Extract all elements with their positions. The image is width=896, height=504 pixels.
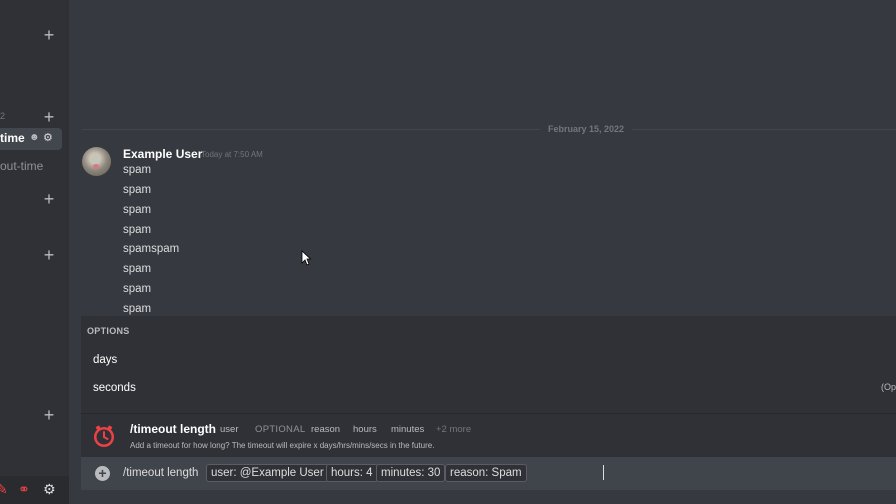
sidebar-fragment-mark: 2 (0, 111, 6, 121)
plus-icon[interactable]: + (42, 246, 56, 264)
gear-icon[interactable]: ⚙ (43, 131, 53, 144)
options-title: OPTIONS (87, 326, 130, 336)
input-arg-user[interactable]: user: @Example User (206, 464, 329, 482)
message-line: spam (123, 283, 152, 295)
options-popup: OPTIONS days seconds (Op (81, 316, 896, 413)
avatar[interactable] (82, 147, 111, 176)
command-name: /timeout length (130, 422, 216, 436)
message-line: spam (123, 303, 152, 315)
command-option-hours[interactable]: hours (353, 424, 377, 435)
command-description: Add a timeout for how long? The timeout … (130, 441, 435, 450)
message-timestamp: Today at 7:50 AM (201, 150, 263, 159)
message-line: spam (123, 263, 152, 275)
clock-icon (94, 425, 114, 447)
option-item-days[interactable]: days (93, 354, 117, 366)
input-arg-reason[interactable]: reason: Spam (445, 464, 527, 482)
command-more-options[interactable]: +2 more (436, 424, 471, 435)
plus-icon[interactable]: + (42, 406, 56, 424)
message-line: spam (123, 164, 152, 176)
user-controls: ✎ ⚭ ⚙ (0, 476, 69, 504)
input-arg-minutes[interactable]: minutes: 30 (376, 464, 446, 482)
sidebar-item-active-channel[interactable]: time ☻ ⚙ (0, 128, 62, 150)
option-hint: (Op (880, 382, 896, 392)
sidebar-item-sub-channel[interactable]: out-time (0, 159, 43, 173)
mic-icon[interactable]: ✎ (0, 481, 8, 498)
command-option-reason[interactable]: reason (311, 424, 340, 435)
date-divider-line (82, 129, 896, 130)
add-circle-icon[interactable]: + (95, 466, 110, 481)
input-arg-hours[interactable]: hours: 4 (326, 464, 378, 482)
plus-icon[interactable]: + (42, 26, 56, 44)
user-icon[interactable]: ☻ (29, 132, 40, 143)
message-line: spamspam (123, 243, 180, 255)
plus-icon[interactable]: + (42, 108, 56, 126)
message-author[interactable]: Example User (123, 147, 202, 161)
plus-icon[interactable]: + (42, 190, 56, 208)
message-line: spam (123, 204, 152, 216)
channel-sidebar: + 2 + time ☻ ⚙ out-time + + + ✎ ⚭ ⚙ (0, 0, 69, 504)
headphones-icon[interactable]: ⚭ (18, 481, 30, 498)
command-option-user[interactable]: user (220, 424, 238, 435)
text-caret (603, 465, 604, 480)
message-input[interactable]: + /timeout length user: @Example User ho… (81, 457, 896, 490)
cursor-icon (301, 250, 311, 266)
command-optional-label: OPTIONAL (255, 424, 306, 435)
option-item-seconds[interactable]: seconds (93, 382, 136, 394)
date-divider: February 15, 2022 (540, 124, 633, 134)
message-line: spam (123, 224, 152, 236)
command-option-minutes[interactable]: minutes (391, 424, 424, 435)
command-preview[interactable]: /timeout length user OPTIONAL reason hou… (81, 413, 896, 457)
sidebar-item-label: time (0, 131, 25, 145)
message-line: spam (123, 184, 152, 196)
input-command: /timeout length (123, 467, 199, 479)
gear-icon[interactable]: ⚙ (43, 481, 56, 498)
